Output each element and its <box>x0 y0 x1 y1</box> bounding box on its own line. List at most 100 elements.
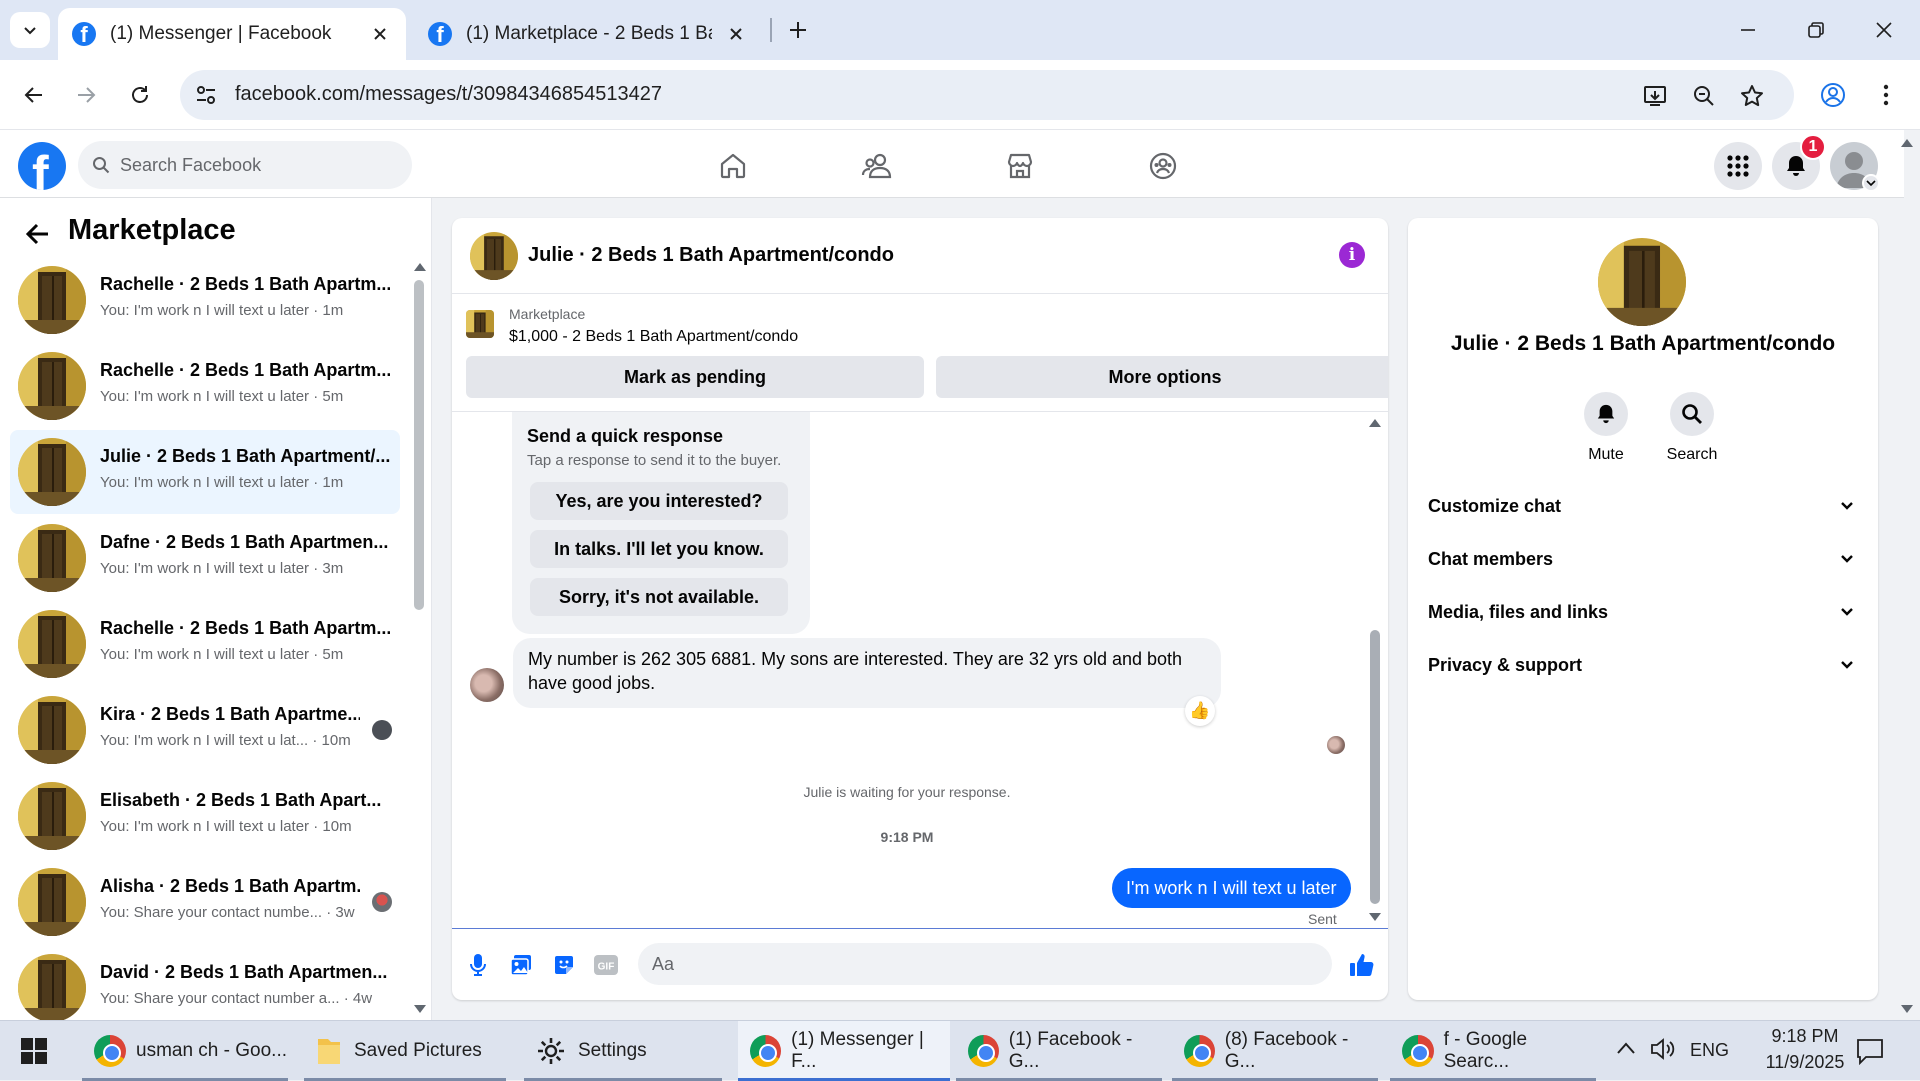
listing-thumbnail[interactable] <box>466 310 494 338</box>
chat-scrollbar-thumb[interactable] <box>1370 630 1380 904</box>
incoming-message[interactable]: My number is 262 305 6881. My sons are i… <box>513 638 1221 708</box>
tab-marketplace[interactable]: f (1) Marketplace - 2 Beds 1 Bath <box>414 8 762 60</box>
facebook-search[interactable] <box>78 141 412 189</box>
sidebar-scroll-up[interactable] <box>413 262 427 272</box>
conversation-item-active[interactable]: Julie · 2 Beds 1 Bath Apartment/... You:… <box>10 430 400 514</box>
message-input[interactable] <box>652 951 1252 977</box>
reload-button[interactable] <box>120 75 160 115</box>
quick-response-option[interactable]: Sorry, it's not available. <box>530 578 788 616</box>
address-bar[interactable]: facebook.com/messages/t/3098434685451342… <box>180 70 1794 120</box>
info-icon[interactable]: i <box>1339 242 1365 268</box>
conversation-item[interactable]: Alisha · 2 Beds 1 Bath Apartm... You: Sh… <box>10 860 400 944</box>
url-text[interactable]: facebook.com/messages/t/3098434685451342… <box>235 83 662 106</box>
taskbar-item-google-search[interactable]: f - Google Searc... <box>1390 1021 1596 1081</box>
close-icon[interactable] <box>368 22 392 46</box>
install-app-icon[interactable] <box>1640 80 1672 112</box>
bookmark-star-icon[interactable] <box>1736 80 1768 112</box>
bell-icon <box>1787 156 1805 176</box>
restore-button[interactable] <box>1782 0 1850 60</box>
browser-menu-button[interactable] <box>1866 75 1906 115</box>
chat-avatar[interactable] <box>470 232 518 280</box>
tray-chevron-up-icon[interactable] <box>1616 1041 1636 1055</box>
conversation-item[interactable]: Dafne · 2 Beds 1 Bath Apartmen... You: I… <box>10 516 400 600</box>
microphone-icon[interactable] <box>464 951 492 979</box>
photo-gallery-icon[interactable] <box>507 951 535 979</box>
contact-avatar[interactable] <box>1598 238 1686 326</box>
conversation-item[interactable]: David · 2 Beds 1 Bath Apartmen... You: S… <box>10 946 400 1020</box>
nav-friends[interactable] <box>822 142 932 190</box>
profile-button[interactable] <box>1813 75 1853 115</box>
conversation-item[interactable]: Kira · 2 Beds 1 Bath Apartme... You: I'm… <box>10 688 400 772</box>
language-indicator[interactable]: ENG <box>1690 1040 1729 1061</box>
taskbar-item-saved-pictures[interactable]: Saved Pictures <box>304 1021 506 1081</box>
facebook-logo-icon[interactable]: f <box>18 142 66 190</box>
taskbar-item-messenger[interactable]: (1) Messenger | F... <box>738 1021 950 1081</box>
forward-button[interactable] <box>66 75 106 115</box>
close-window-button[interactable] <box>1850 0 1918 60</box>
nav-marketplace[interactable] <box>965 142 1075 190</box>
section-label: Media, files and links <box>1428 601 1609 622</box>
taskbar-item-facebook-1[interactable]: (1) Facebook - G... <box>956 1021 1162 1081</box>
quick-response-option[interactable]: Yes, are you interested? <box>530 482 788 520</box>
back-button[interactable] <box>14 75 54 115</box>
conversation-item[interactable]: Elisabeth · 2 Beds 1 Bath Apart... You: … <box>10 774 400 858</box>
gif-icon[interactable]: GIF <box>592 951 620 979</box>
account-chevron[interactable] <box>1862 174 1880 192</box>
zoom-icon[interactable] <box>1688 80 1720 112</box>
conversation-preview: You: I'm work n I will text u later · 5m <box>100 646 344 663</box>
taskbar-item-chrome-usman[interactable]: usman ch - Goo... <box>82 1021 288 1081</box>
conversation-item[interactable]: Rachelle · 2 Beds 1 Bath Apartm... You: … <box>10 344 400 428</box>
page-scroll-down[interactable] <box>1900 1004 1914 1014</box>
new-tab-button[interactable] <box>782 14 814 46</box>
clock-date[interactable]: 11/9/2025 <box>1750 1052 1860 1073</box>
taskbar-label: Saved Pictures <box>354 1040 482 1061</box>
close-icon[interactable] <box>724 22 748 46</box>
clock-time[interactable]: 9:18 PM <box>1750 1026 1860 1047</box>
tab-search-button[interactable] <box>10 12 50 48</box>
site-info-icon[interactable] <box>194 83 218 107</box>
volume-icon[interactable] <box>1650 1037 1676 1061</box>
section-chat-members[interactable]: Chat members <box>1428 533 1868 585</box>
chat-title[interactable]: Julie · 2 Beds 1 Bath Apartment/condo <box>528 244 894 267</box>
sidebar-scrollbar-thumb[interactable] <box>414 280 424 610</box>
menu-button[interactable] <box>1714 142 1762 190</box>
search-input[interactable] <box>120 154 380 176</box>
nav-groups[interactable] <box>1108 142 1218 190</box>
back-button[interactable] <box>22 218 54 250</box>
mark-as-pending-button[interactable]: Mark as pending <box>466 356 924 398</box>
taskbar-item-settings[interactable]: Settings <box>524 1021 722 1081</box>
nav-home[interactable] <box>678 142 788 190</box>
section-privacy-support[interactable]: Privacy & support <box>1428 639 1868 691</box>
chat-scroll-down[interactable] <box>1368 912 1382 922</box>
quick-response-option[interactable]: In talks. I'll let you know. <box>530 530 788 568</box>
section-label: Customize chat <box>1428 495 1562 516</box>
conversation-item[interactable]: Rachelle · 2 Beds 1 Bath Apartm... You: … <box>10 258 400 342</box>
tab-messenger[interactable]: f (1) Messenger | Facebook <box>58 8 406 60</box>
reaction-thumbs-up-icon[interactable]: 👍 <box>1185 696 1215 726</box>
outgoing-message[interactable]: I'm work n I will text u later <box>1112 868 1351 908</box>
browser-tab-bar: f (1) Messenger | Facebook f (1) Marketp… <box>0 0 1920 60</box>
search-icon[interactable] <box>1670 392 1714 436</box>
sent-status: Sent <box>1308 911 1337 927</box>
bell-icon[interactable] <box>1584 392 1628 436</box>
search-action[interactable]: Search <box>1656 392 1728 464</box>
message-input-wrapper[interactable] <box>638 943 1332 985</box>
sidebar-scroll-down[interactable] <box>413 1004 427 1014</box>
contact-name: Julie · 2 Beds 1 Bath Apartment/condo <box>1450 332 1836 355</box>
listing-thumbnail <box>18 352 86 420</box>
thumbs-up-send-icon[interactable] <box>1348 951 1376 979</box>
chat-scroll-up[interactable] <box>1368 418 1382 428</box>
section-customize-chat[interactable]: Customize chat <box>1428 480 1868 532</box>
conversation-item[interactable]: Rachelle · 2 Beds 1 Bath Apartm... You: … <box>10 602 400 686</box>
taskbar-item-facebook-8[interactable]: (8) Facebook - G... <box>1172 1021 1378 1081</box>
sender-avatar[interactable] <box>470 668 504 702</box>
sticker-icon[interactable] <box>550 951 578 979</box>
windows-start-icon[interactable] <box>20 1037 48 1065</box>
listing-price-title[interactable]: $1,000 - 2 Beds 1 Bath Apartment/condo <box>509 328 798 346</box>
mute-action[interactable]: Mute <box>1570 392 1642 464</box>
minimize-button[interactable] <box>1714 0 1782 60</box>
section-media-files-links[interactable]: Media, files and links <box>1428 586 1868 638</box>
page-scroll-up[interactable] <box>1900 138 1914 148</box>
more-options-button[interactable]: More options <box>936 356 1388 398</box>
notification-center-icon[interactable] <box>1856 1037 1884 1065</box>
